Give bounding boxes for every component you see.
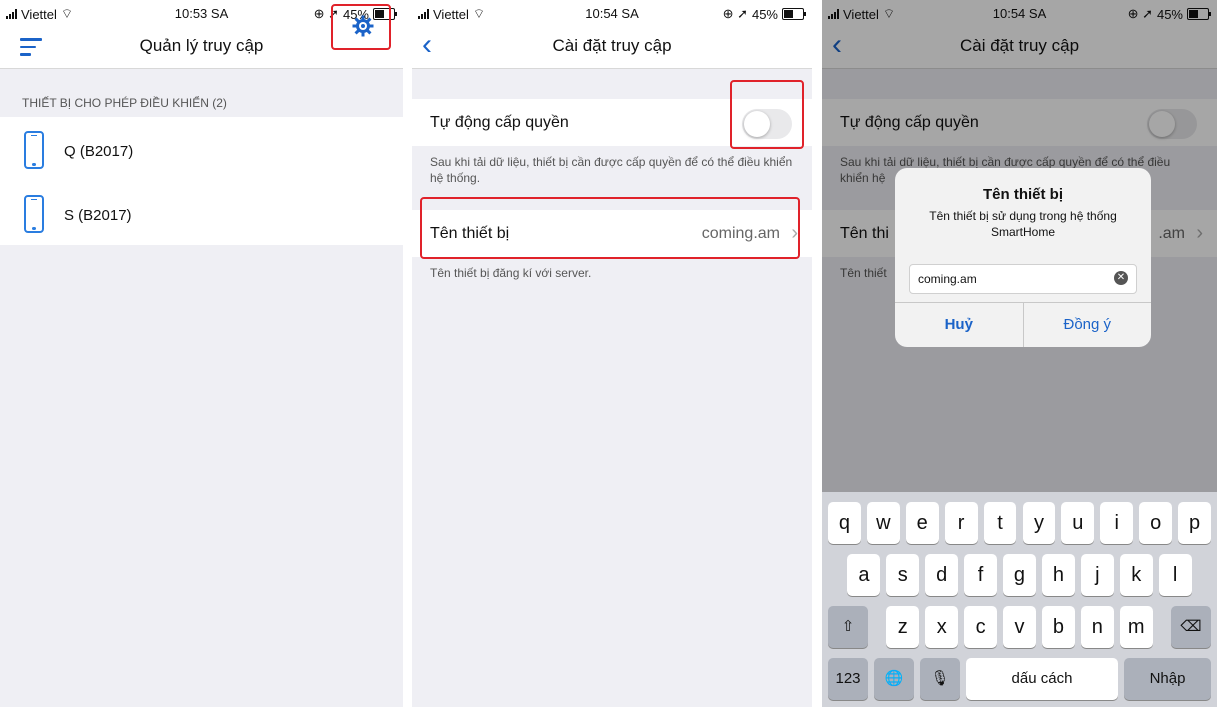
return-key[interactable]: Nhập xyxy=(1124,658,1211,700)
key-u[interactable]: u xyxy=(1061,502,1095,544)
key-k[interactable]: k xyxy=(1119,554,1153,596)
key-q[interactable]: q xyxy=(828,502,861,544)
key-h[interactable]: h xyxy=(1041,554,1075,596)
toggle-highlight-box xyxy=(730,80,804,149)
key-i[interactable]: i xyxy=(1100,502,1134,544)
keyboard-row-3: ⇧ ⌫ zxcvbnm xyxy=(822,606,1217,648)
keyboard: qwertyuiop asdfghjkl ⇧ ⌫ zxcvbnm 123 🌐 🎙… xyxy=(822,492,1217,707)
keyboard-row-4: 123 🌐 🎙 dấu cách Nhập xyxy=(822,658,1217,700)
clear-icon[interactable]: ✕ xyxy=(1114,271,1128,285)
key-n[interactable]: n xyxy=(1080,606,1114,648)
device-name: S (B2017) xyxy=(64,207,132,224)
key-f[interactable]: f xyxy=(964,554,998,596)
page-title: Cài đặt truy cập xyxy=(552,36,672,55)
auto-grant-note: Sau khi tải dữ liệu, thiết bị cần được c… xyxy=(430,155,793,185)
key-z[interactable]: z xyxy=(886,606,920,648)
key-w[interactable]: w xyxy=(866,502,900,544)
key-t[interactable]: t xyxy=(983,502,1017,544)
rename-dialog-screen: Viettel ⌔ 10:54 SA ⊕ ➚ 45% ‹ Cài đặt tru… xyxy=(822,0,1217,707)
settings-button[interactable] xyxy=(331,4,391,50)
key-a[interactable]: a xyxy=(847,554,881,596)
globe-icon[interactable]: 🌐 xyxy=(874,658,914,700)
location-icon: ⊕ ➚ xyxy=(722,6,748,21)
battery-percent: 45% xyxy=(751,6,778,22)
phone-icon xyxy=(24,195,44,233)
device-name-note: Tên thiết bị đăng kí với server. xyxy=(430,266,592,280)
access-settings-screen: Viettel ⌔ 10:54 SA ⊕ ➚ 45% ‹ Cài đặt tru… xyxy=(412,0,812,707)
key-e[interactable]: e xyxy=(905,502,939,544)
device-list: Q (B2017) S (B2017) xyxy=(0,117,403,245)
key-r[interactable]: r xyxy=(944,502,978,544)
section-header: THIẾT BỊ CHO PHÉP ĐIỀU KHIỂN (2) xyxy=(22,96,227,110)
space-key[interactable]: dấu cách xyxy=(966,658,1118,700)
key-c[interactable]: c xyxy=(964,606,998,648)
key-d[interactable]: d xyxy=(925,554,959,596)
key-m[interactable]: m xyxy=(1119,606,1153,648)
access-management-screen: Viettel ⌔ 10:53 SA ⊕ ➚ 45% Quản lý truy … xyxy=(0,0,403,707)
device-item-s[interactable]: S (B2017) xyxy=(0,181,403,245)
shift-key[interactable]: ⇧ xyxy=(828,606,868,648)
ok-button[interactable]: Đồng ý xyxy=(1024,303,1152,347)
gear-icon xyxy=(352,15,374,37)
cancel-button[interactable]: Huỷ xyxy=(895,303,1024,347)
phone-icon xyxy=(24,131,44,169)
auto-grant-label: Tự động cấp quyền xyxy=(430,114,569,131)
key-y[interactable]: y xyxy=(1022,502,1056,544)
key-j[interactable]: j xyxy=(1080,554,1114,596)
key-g[interactable]: g xyxy=(1003,554,1036,596)
input-text: coming.am xyxy=(918,272,977,286)
key-l[interactable]: l xyxy=(1158,554,1192,596)
key-s[interactable]: s xyxy=(886,554,920,596)
keyboard-row-2: asdfghjkl xyxy=(822,554,1217,596)
key-p[interactable]: p xyxy=(1178,502,1211,544)
device-name: Q (B2017) xyxy=(64,143,134,160)
device-item-q[interactable]: Q (B2017) xyxy=(0,117,403,181)
status-bar: Viettel ⌔ 10:54 SA ⊕ ➚ 45% xyxy=(412,0,812,26)
numbers-key[interactable]: 123 xyxy=(828,658,868,700)
device-name-highlight-box xyxy=(420,197,800,259)
backspace-key[interactable]: ⌫ xyxy=(1171,606,1211,648)
dialog-message: Tên thiết bị sử dụng trong hệ thống Smar… xyxy=(929,209,1117,239)
battery-icon xyxy=(782,8,806,20)
rename-dialog: Tên thiết bị Tên thiết bị sử dụng trong … xyxy=(895,168,1151,347)
key-v[interactable]: v xyxy=(1003,606,1036,648)
key-x[interactable]: x xyxy=(925,606,959,648)
keyboard-row-1: qwertyuiop xyxy=(822,502,1217,544)
key-b[interactable]: b xyxy=(1041,606,1075,648)
nav-bar: ‹ Cài đặt truy cập xyxy=(412,26,812,69)
dialog-title: Tên thiết bị xyxy=(983,186,1063,203)
microphone-icon[interactable]: 🎙 xyxy=(920,658,960,700)
key-o[interactable]: o xyxy=(1139,502,1173,544)
device-name-input[interactable]: coming.am ✕ xyxy=(909,264,1137,294)
